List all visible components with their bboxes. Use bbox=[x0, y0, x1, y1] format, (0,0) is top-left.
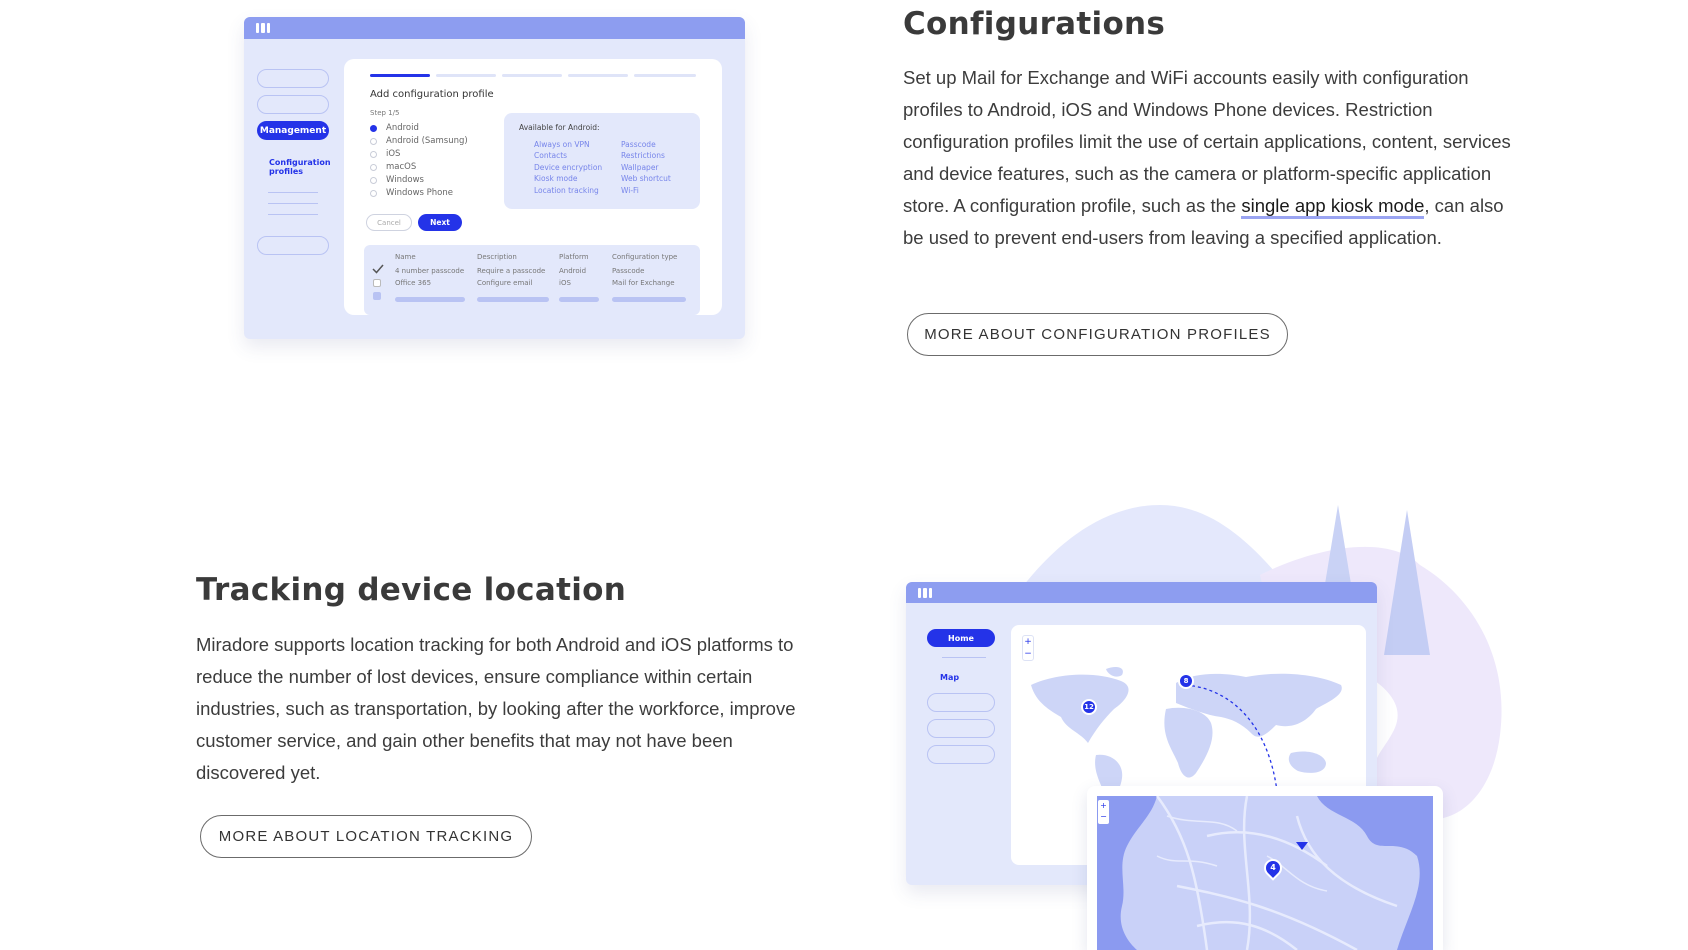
platform-option: Windows Phone bbox=[370, 188, 453, 198]
available-features-box: Available for Android: Always on VPN Con… bbox=[504, 113, 700, 209]
platform-option: macOS bbox=[370, 162, 416, 172]
wizard-title: Add configuration profile bbox=[370, 89, 494, 100]
table-placeholder-bar bbox=[559, 297, 599, 302]
sidebar-divider bbox=[268, 192, 318, 193]
sidebar-item-management: Management bbox=[257, 121, 329, 140]
table-cell: Android bbox=[559, 267, 587, 275]
location-marker: 12 bbox=[1081, 699, 1097, 715]
radio-icon bbox=[370, 124, 377, 132]
available-title: Available for Android: bbox=[519, 123, 600, 132]
configuration-wizard-panel: Add configuration profile Step 1/5 Andro… bbox=[344, 59, 722, 315]
configurations-paragraph: Set up Mail for Exchange and WiFi accoun… bbox=[903, 67, 1511, 248]
table-placeholder-bar bbox=[612, 297, 686, 302]
platform-option: Android (Samsung) bbox=[370, 136, 468, 146]
more-about-location-tracking-button[interactable]: MORE ABOUT LOCATION TRACKING bbox=[200, 815, 532, 858]
radio-icon bbox=[370, 150, 377, 158]
checkmark-icon bbox=[372, 264, 384, 274]
table-cell: iOS bbox=[559, 279, 571, 287]
available-features-col1: Always on VPN Contacts Device encryption… bbox=[534, 140, 603, 195]
table-header: Description bbox=[477, 253, 517, 261]
zoom-in-icon: + bbox=[1100, 801, 1107, 810]
tracking-paragraph: Miradore supports location tracking for … bbox=[196, 634, 796, 783]
wizard-progress-step bbox=[370, 74, 430, 77]
window-titlebar bbox=[244, 17, 745, 39]
platform-option: Windows bbox=[370, 175, 424, 185]
zoom-controls: + − bbox=[1022, 635, 1034, 661]
wizard-progress-step bbox=[502, 74, 562, 77]
configuration-profile-illustration: Management Configuration profiles Add co… bbox=[244, 17, 745, 339]
route-arrow-icon bbox=[1296, 842, 1308, 850]
map-pin-label: 4 bbox=[1270, 863, 1276, 872]
available-features-col2: Passcode Restrictions Wallpaper Web shor… bbox=[621, 140, 671, 195]
miradore-logo-icon bbox=[918, 588, 932, 598]
configurations-heading: Configurations bbox=[903, 6, 1166, 42]
checkbox-icon bbox=[373, 292, 381, 300]
sidebar-divider bbox=[942, 657, 986, 658]
sidebar-divider bbox=[268, 203, 318, 204]
zoom-out-icon: − bbox=[1100, 812, 1107, 821]
wizard-progress-step bbox=[436, 74, 496, 77]
tracking-heading: Tracking device location bbox=[196, 572, 627, 608]
zoom-controls: + − bbox=[1098, 800, 1109, 824]
sidebar-placeholder bbox=[927, 745, 995, 764]
platform-option: Android bbox=[370, 123, 419, 133]
detail-map-card: + − 4 bbox=[1087, 786, 1443, 950]
miradore-logo-icon bbox=[256, 23, 270, 33]
table-placeholder-bar bbox=[477, 297, 549, 302]
table-cell: Configure email bbox=[477, 279, 533, 287]
sidebar-divider bbox=[268, 214, 318, 215]
table-cell: 4 number passcode bbox=[395, 267, 465, 275]
table-placeholder-bar bbox=[395, 297, 465, 302]
window-titlebar bbox=[906, 582, 1377, 603]
location-marker: 8 bbox=[1178, 673, 1194, 689]
wizard-progress-step bbox=[568, 74, 628, 77]
sidebar-placeholder bbox=[927, 719, 995, 738]
table-cell: Passcode bbox=[612, 267, 645, 275]
wizard-step: Step 1/5 bbox=[370, 109, 400, 117]
single-app-kiosk-mode-link[interactable]: single app kiosk mode bbox=[1241, 195, 1425, 219]
next-button: Next bbox=[418, 214, 462, 231]
table-cell: Mail for Exchange bbox=[612, 279, 675, 287]
platform-option: iOS bbox=[370, 149, 400, 159]
radio-icon bbox=[370, 137, 377, 145]
sidebar-placeholder bbox=[927, 693, 995, 712]
radio-icon bbox=[370, 163, 377, 171]
sidebar-placeholder bbox=[257, 95, 329, 114]
sidebar-item-configuration-profiles: Configuration profiles bbox=[269, 158, 331, 176]
profiles-table: Name Description Platform Configuration … bbox=[364, 245, 700, 315]
sidebar-placeholder bbox=[257, 69, 329, 88]
radio-icon bbox=[370, 176, 377, 184]
checkbox-icon bbox=[373, 279, 381, 287]
table-cell: Office 365 bbox=[395, 279, 432, 287]
cancel-button: Cancel bbox=[366, 214, 412, 231]
radio-icon bbox=[370, 189, 377, 197]
sidebar-placeholder bbox=[257, 236, 329, 255]
wizard-progress-step bbox=[634, 74, 696, 77]
table-header: Name bbox=[395, 253, 416, 261]
sidebar-item-map: Map bbox=[940, 673, 960, 682]
table-cell: Require a passcode bbox=[477, 267, 546, 275]
zoom-out-icon: − bbox=[1024, 649, 1032, 659]
sidebar-item-home: Home bbox=[927, 629, 995, 647]
zoom-in-icon: + bbox=[1024, 637, 1032, 647]
table-header: Platform bbox=[559, 253, 589, 261]
more-about-configuration-profiles-button[interactable]: MORE ABOUT CONFIGURATION PROFILES bbox=[907, 313, 1288, 356]
table-header: Configuration type bbox=[612, 253, 678, 261]
